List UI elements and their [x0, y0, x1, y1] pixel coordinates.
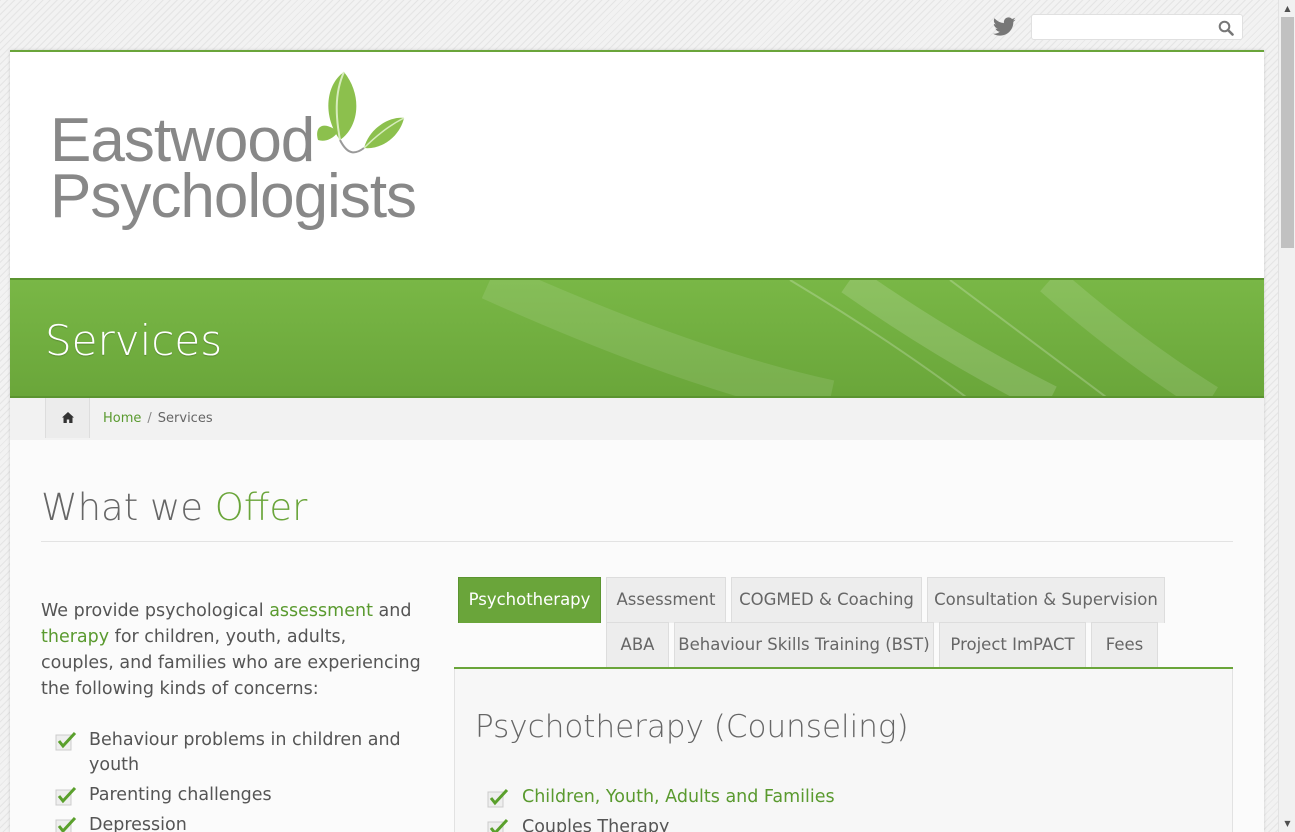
site-logo[interactable]: Eastwood Psychologists — [50, 70, 420, 240]
panel-item-label[interactable]: Children, Youth, Adults and Families — [522, 787, 835, 807]
tab-panel-psychotherapy: Psychotherapy (Counseling) Children, You… — [454, 669, 1233, 832]
tab-project-impact[interactable]: Project ImPACT — [939, 622, 1086, 668]
list-item: Parenting challenges — [55, 783, 415, 808]
assessment-link[interactable]: assessment — [269, 601, 373, 621]
breadcrumb-current: Services — [157, 411, 213, 426]
breadcrumb-home-link[interactable]: Home — [103, 411, 141, 426]
tab-aba[interactable]: ABA — [606, 622, 669, 668]
search-input[interactable] — [1038, 15, 1218, 39]
breadcrumb-trail: Home / Services — [103, 411, 213, 426]
panel-title: Psychotherapy (Counseling) — [475, 709, 909, 745]
checkmark-icon — [55, 786, 77, 806]
tab-behaviour-skills-training[interactable]: Behaviour Skills Training (BST) — [674, 622, 934, 668]
checkmark-icon — [487, 788, 509, 808]
checkmark-icon — [55, 816, 77, 832]
tab-cogmed-coaching[interactable]: COGMED & Coaching — [731, 577, 922, 623]
checkmark-icon — [55, 731, 77, 751]
intro-text-1: We provide psychological — [41, 601, 270, 621]
site-header: Eastwood Psychologists — [10, 52, 1264, 278]
list-item: Depression — [55, 813, 415, 832]
page-banner: Services — [10, 278, 1264, 398]
intro-text-2: and — [372, 601, 412, 621]
list-item: Behaviour problems in children and youth — [55, 728, 415, 778]
search-icon[interactable] — [1218, 20, 1234, 36]
concern-label: Depression — [89, 815, 187, 832]
concern-label: Behaviour problems in children and youth — [89, 730, 401, 775]
page-container: Eastwood Psychologists Services Home / S… — [10, 50, 1264, 832]
section-title-plain: What we — [41, 486, 215, 529]
breadcrumb-separator: / — [147, 411, 152, 426]
page-title: Services — [45, 316, 223, 365]
breadcrumb: Home / Services — [10, 398, 1264, 440]
intro-paragraph: We provide psychological assessment and … — [41, 598, 421, 702]
scroll-thumb[interactable] — [1281, 17, 1294, 248]
logo-line2: Psychologists — [50, 162, 417, 231]
concerns-list: Behaviour problems in children and youth… — [55, 728, 415, 832]
scrollbar[interactable]: ▲ ▼ — [1278, 0, 1295, 832]
list-item: Couples Therapy — [487, 815, 835, 832]
section-title: What we Offer — [41, 486, 307, 529]
tab-fees[interactable]: Fees — [1091, 622, 1158, 668]
breadcrumb-home-button[interactable] — [45, 398, 90, 438]
therapy-link[interactable]: therapy — [41, 627, 109, 647]
section-divider — [41, 541, 1233, 542]
scroll-down-arrow-icon[interactable]: ▼ — [1279, 815, 1295, 832]
tab-psychotherapy[interactable]: Psychotherapy — [458, 577, 601, 623]
scroll-up-arrow-icon[interactable]: ▲ — [1279, 0, 1295, 17]
checkmark-icon — [487, 818, 509, 832]
search-box[interactable] — [1031, 14, 1243, 40]
tab-assessment[interactable]: Assessment — [606, 577, 726, 623]
concern-label: Parenting challenges — [89, 785, 272, 805]
section-title-accent: Offer — [214, 486, 308, 529]
tab-consultation-supervision[interactable]: Consultation & Supervision — [927, 577, 1165, 623]
leaves-logo-icon — [317, 71, 405, 154]
list-item[interactable]: Children, Youth, Adults and Families — [487, 785, 835, 810]
panel-list: Children, Youth, Adults and Families Cou… — [487, 785, 835, 832]
home-icon — [62, 412, 74, 423]
panel-item-label: Couples Therapy — [522, 817, 670, 832]
twitter-icon[interactable] — [993, 17, 1016, 37]
